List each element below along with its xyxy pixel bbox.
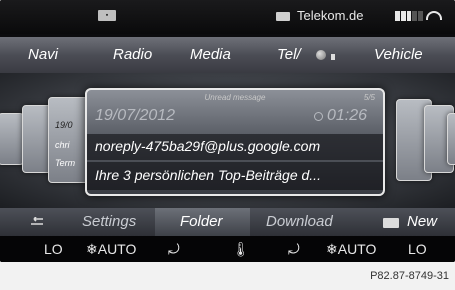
clock-icon (314, 112, 323, 121)
main-menu-navi[interactable]: Navi (28, 46, 58, 63)
message-date: 19/07/2012 (95, 107, 176, 124)
phone-signal-icon (331, 54, 335, 60)
back-arrow-icon[interactable] (30, 217, 44, 227)
signal-strength-icon (395, 11, 423, 21)
new-message-button[interactable]: New (407, 213, 437, 230)
main-menu-media[interactable]: Media (190, 46, 231, 63)
figure-caption: P82.87-8749-31 (370, 270, 449, 282)
main-menu-radio[interactable]: Radio (113, 46, 152, 63)
thermometer-icon: 🌡︎ (232, 241, 250, 257)
left-temperature[interactable]: LO (44, 241, 63, 257)
fan-icon: ❄ (86, 241, 98, 257)
phone-handset-icon (426, 11, 442, 20)
message-subject-row: Ihre 3 persönlichen Top-Beiträge d... (87, 162, 383, 190)
main-menu-bar: Navi Radio Media Tel/ Vehicle (0, 37, 455, 73)
right-airflow-mode-label: AUTO (337, 241, 377, 257)
card-subject-fragment: Term (55, 158, 76, 168)
right-airflow-mode[interactable]: ❄AUTO (326, 241, 376, 258)
right-temperature[interactable]: LO (408, 241, 427, 257)
fan-icon: ❄ (326, 241, 338, 257)
folder-button[interactable]: Folder (180, 213, 223, 230)
main-menu-tel[interactable]: Tel/ (277, 46, 301, 63)
main-menu-vehicle[interactable]: Vehicle (374, 46, 423, 63)
sub-menu-bar: Settings Folder Download New (0, 208, 455, 236)
message-time: 01:26 (327, 107, 368, 124)
climate-bar: LO ❄AUTO ⤾ 🌡︎ ⤾ ❄AUTO LO (0, 236, 455, 262)
card-date-fragment: 19/0 (55, 120, 73, 130)
message-subject: Ihre 3 persönlichen Top-Beiträge d... (95, 167, 321, 183)
unread-message-label: Unread message (204, 93, 266, 102)
status-bar: ▪ Telekom.de (0, 0, 455, 34)
left-airflow-mode-label: AUTO (97, 241, 137, 257)
message-card-left-3[interactable] (0, 113, 24, 165)
message-icon (276, 12, 290, 21)
message-carousel: 19/0 chri Term Unread message 5/5 19/07/… (0, 73, 455, 208)
selected-message-card[interactable]: Unread message 5/5 19/07/2012 01:26 nore… (85, 88, 385, 196)
card-from-fragment: chri (55, 140, 70, 150)
left-seat-heat-icon[interactable]: ⤾ (168, 241, 180, 258)
download-button[interactable]: Download (266, 213, 333, 230)
message-card-right-3[interactable] (447, 113, 455, 165)
network-name: Telekom.de (297, 8, 364, 23)
bluetooth-phone-icon (316, 50, 326, 60)
right-seat-heat-icon[interactable]: ⤾ (288, 241, 300, 258)
left-airflow-mode[interactable]: ❄AUTO (86, 241, 136, 258)
envelope-icon (383, 218, 399, 228)
settings-button[interactable]: Settings (82, 213, 136, 230)
message-page-indicator: 5/5 (363, 93, 375, 102)
sim-card-icon: ▪ (98, 10, 116, 21)
message-sender-row: noreply-475ba29f@plus.google.com (87, 134, 383, 160)
message-sender: noreply-475ba29f@plus.google.com (95, 138, 321, 154)
head-unit-screen: ▪ Telekom.de Navi Radio Media Tel/ Vehic… (0, 0, 455, 262)
